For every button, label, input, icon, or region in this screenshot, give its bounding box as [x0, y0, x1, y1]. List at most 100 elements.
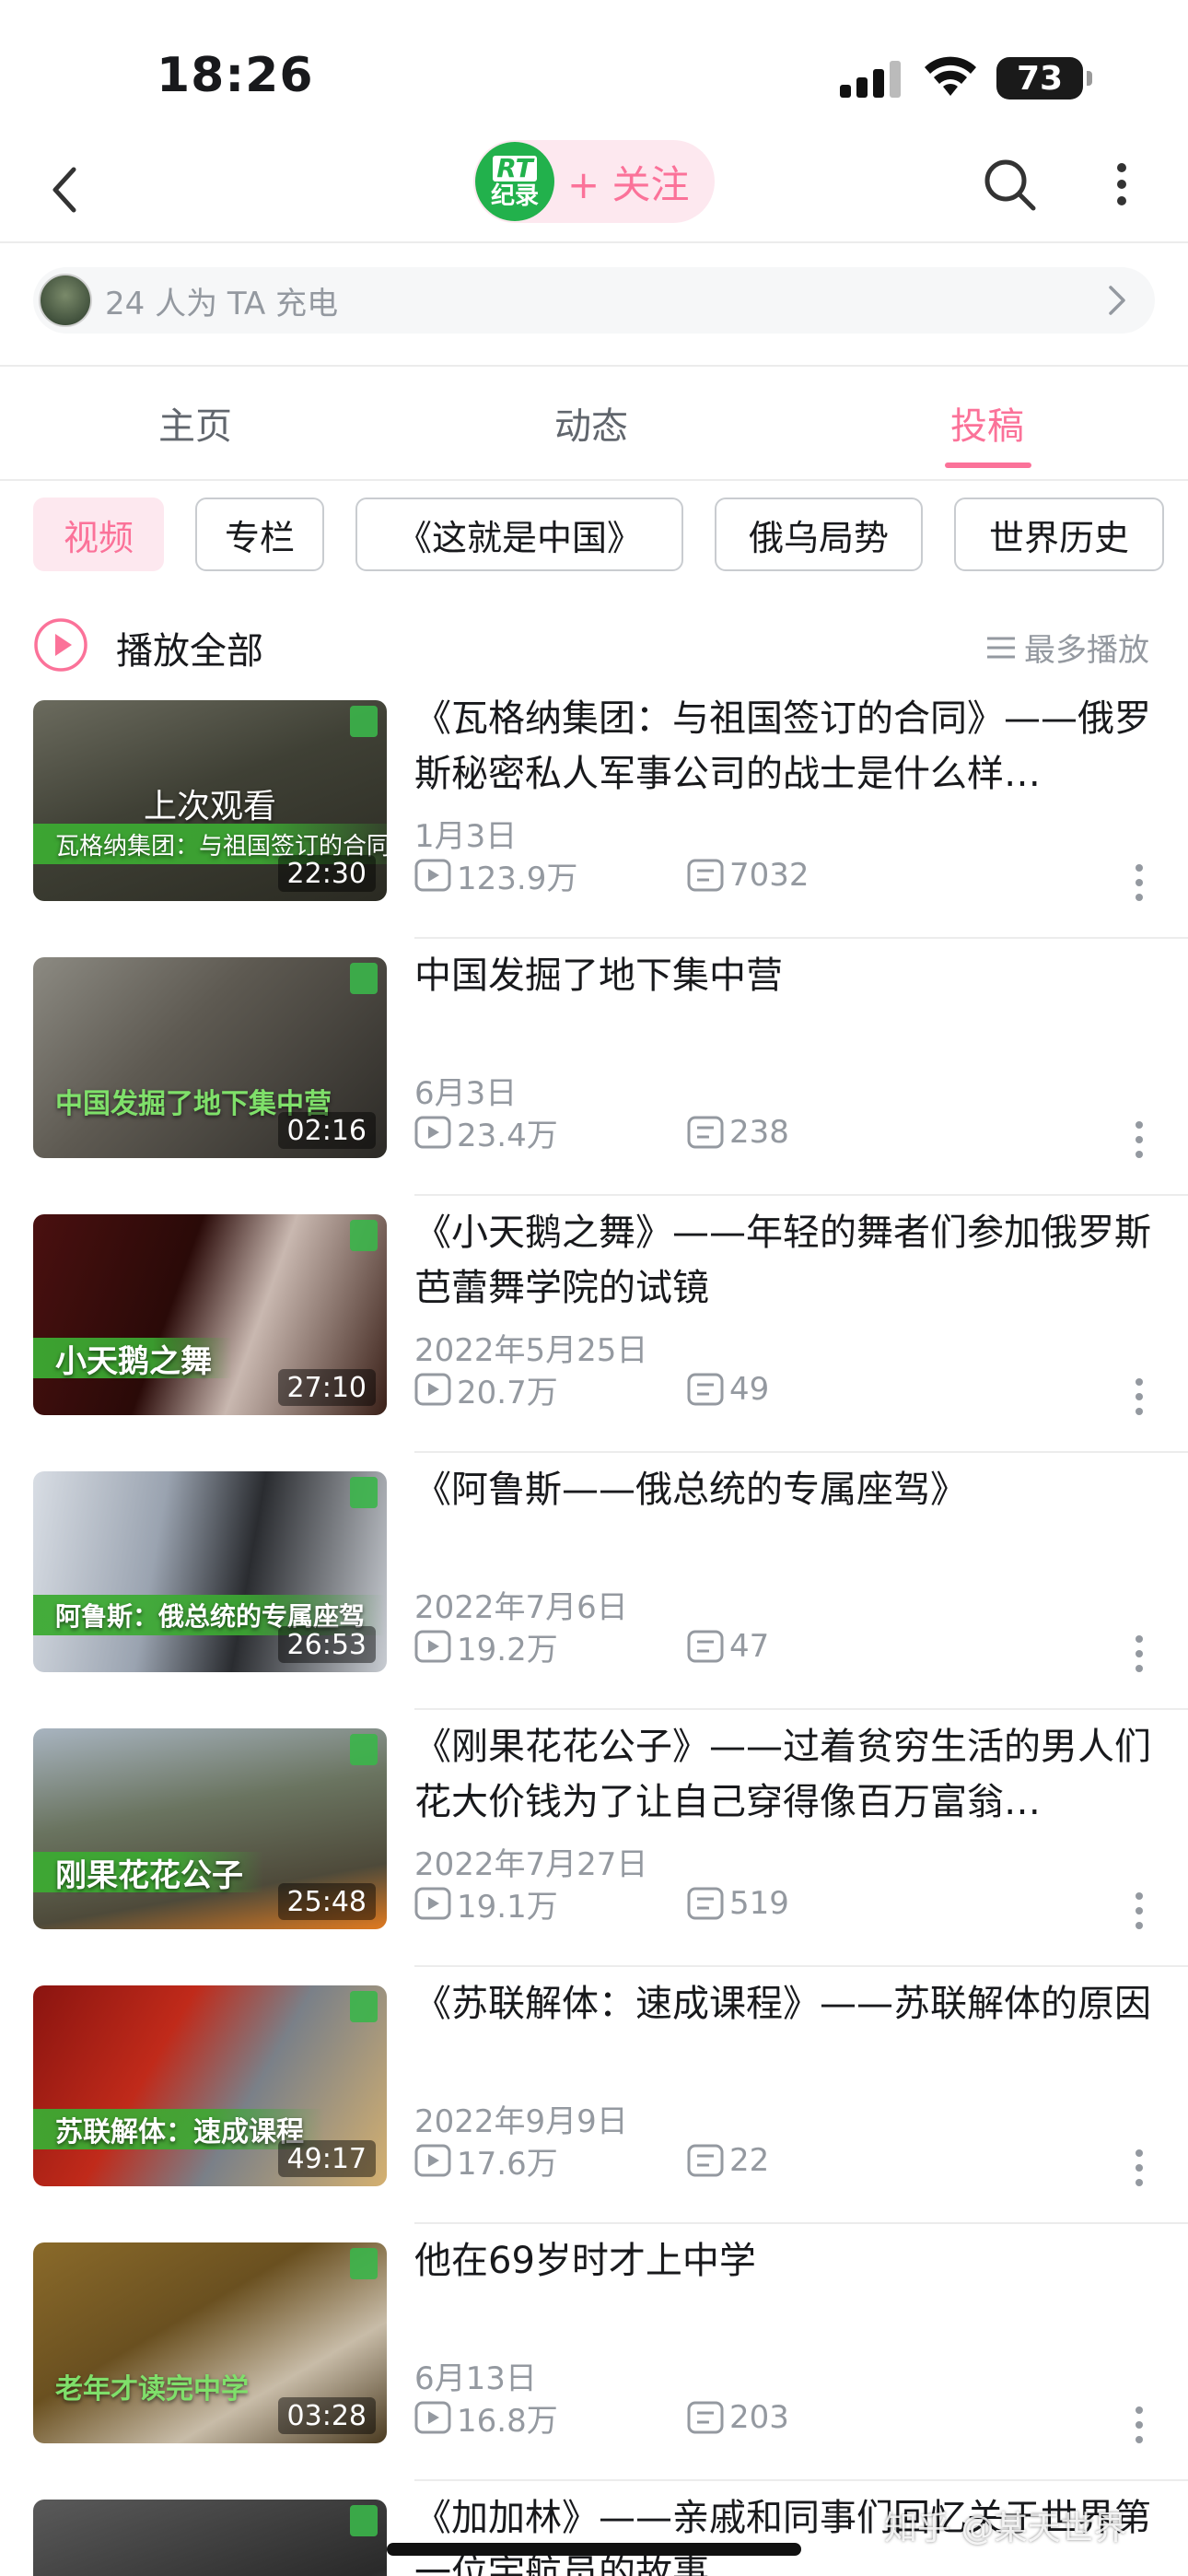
video-thumbnail[interactable]: 上次观看 瓦格纳集团：与祖国签订的合同 22:30 [33, 700, 387, 901]
video-thumbnail[interactable]: 刚果花花公子 25:48 [33, 1728, 387, 1929]
video-title[interactable]: 他在69岁时才上中学 [414, 2233, 1166, 2289]
filter-chip-this-is-china[interactable]: 《这就是中国》 [355, 498, 683, 571]
play-count-icon [414, 2144, 451, 2177]
tab-home[interactable]: 主页 [158, 396, 232, 450]
charge-bar[interactable]: 24 人为 TA 充电 [33, 267, 1155, 334]
video-more-icon[interactable] [1133, 1376, 1146, 1417]
view-count-value: 19.1万 [457, 1888, 558, 1926]
comment-count: 22 [687, 2142, 769, 2179]
filter-chip-world-history[interactable]: 世界历史 [954, 498, 1164, 571]
channel-badge-icon [350, 1734, 378, 1765]
comment-count-value: 519 [729, 1885, 789, 1922]
video-item[interactable]: 小天鹅之舞 27:10 《小天鹅之舞》——年轻的舞者们参加俄罗斯芭蕾舞学院的试镜… [0, 1205, 1188, 1462]
video-title[interactable]: 《阿鲁斯——俄总统的专属座驾》 [414, 1462, 1166, 1517]
video-item[interactable]: 阿鲁斯：俄总统的专属座驾 26:53 《阿鲁斯——俄总统的专属座驾》 2022年… [0, 1462, 1188, 1719]
wifi-icon [925, 56, 976, 96]
home-indicator [387, 2543, 801, 2556]
video-thumbnail[interactable] [33, 2500, 387, 2576]
video-duration: 03:28 [277, 2397, 376, 2434]
more-options-icon[interactable] [1103, 155, 1140, 214]
channel-badge-icon [350, 1991, 378, 2022]
view-count: 19.2万 [414, 1624, 687, 1669]
filter-chips: 视频 专栏 《这就是中国》 俄乌局势 世界历史 [0, 498, 1188, 575]
play-circle-icon[interactable] [33, 617, 88, 673]
filter-chip-russia-ukraine[interactable]: 俄乌局势 [715, 498, 923, 571]
channel-pill[interactable]: RT 纪录 + 关注 [473, 140, 715, 223]
view-count-value: 17.6万 [457, 2145, 558, 2183]
search-icon[interactable] [980, 155, 1039, 214]
tab-uploads[interactable]: 投稿 [950, 396, 1024, 450]
channel-badge-icon [350, 2505, 378, 2536]
channel-logo-rt: RT [493, 155, 537, 181]
channel-avatar[interactable]: RT 纪录 [475, 142, 554, 221]
video-more-icon[interactable] [1133, 2405, 1146, 2445]
video-title[interactable]: 《瓦格纳集团：与祖国签订的合同》——俄罗斯秘密私人军事公司的战士是什么样… [414, 691, 1166, 802]
video-title[interactable]: 中国发掘了地下集中营 [414, 948, 1166, 1003]
video-duration: 22:30 [277, 855, 376, 892]
comment-count: 7032 [687, 857, 809, 894]
view-count-value: 19.2万 [457, 1631, 558, 1669]
video-date: 2022年9月9日 [414, 2103, 628, 2140]
video-date: 1月3日 [414, 818, 518, 855]
danmaku-icon [687, 1116, 724, 1149]
play-count-icon [414, 1887, 451, 1920]
watermark: 知乎 @某天世界 [884, 2510, 1127, 2547]
video-duration: 26:53 [277, 1626, 376, 1663]
follow-button[interactable]: + 关注 [567, 154, 690, 210]
video-thumbnail[interactable]: 老年才读完中学 03:28 [33, 2242, 387, 2443]
charge-text: 24 人为 TA 充电 [105, 285, 339, 322]
thumbnail-caption: 老年才读完中学 [55, 2373, 249, 2406]
video-more-icon[interactable] [1133, 862, 1146, 903]
video-item[interactable]: 上次观看 瓦格纳集团：与祖国签订的合同 22:30 《瓦格纳集团：与祖国签订的合… [0, 691, 1188, 948]
video-date: 6月3日 [414, 1075, 518, 1112]
comment-count-value: 49 [729, 1371, 770, 1408]
video-stats: 23.4万 238 [414, 1110, 789, 1155]
play-count-icon [414, 1373, 451, 1406]
back-arrow-icon[interactable] [37, 160, 96, 219]
danmaku-icon [687, 2144, 724, 2177]
danmaku-icon [687, 2401, 724, 2434]
video-item[interactable]: 刚果花花公子 25:48 《刚果花花公子》——过着贫穷生活的男人们花大价钱为了让… [0, 1719, 1188, 1976]
video-thumbnail[interactable]: 中国发掘了地下集中营 02:16 [33, 957, 387, 1158]
video-more-icon[interactable] [1133, 2148, 1146, 2188]
view-count: 16.8万 [414, 2395, 687, 2441]
video-more-icon[interactable] [1133, 1633, 1146, 1674]
video-date: 2022年7月6日 [414, 1589, 628, 1626]
filter-chip-video[interactable]: 视频 [33, 498, 164, 571]
video-title[interactable]: 《刚果花花公子》——过着贫穷生活的男人们花大价钱为了让自己穿得像百万富翁… [414, 1719, 1166, 1830]
divider [414, 2479, 1188, 2481]
play-all-row: 播放全部 最多播放 [0, 608, 1188, 682]
video-thumbnail[interactable]: 阿鲁斯：俄总统的专属座驾 26:53 [33, 1471, 387, 1672]
video-duration: 02:16 [277, 1112, 376, 1149]
video-item[interactable]: 苏联解体：速成课程 49:17 《苏联解体：速成课程》——苏联解体的原因 202… [0, 1976, 1188, 2233]
video-title[interactable]: 《苏联解体：速成课程》——苏联解体的原因 [414, 1976, 1166, 2032]
play-count-icon [414, 1116, 451, 1149]
video-stats: 123.9万 7032 [414, 855, 809, 897]
video-date: 2022年5月25日 [414, 1332, 648, 1369]
video-date: 2022年7月27日 [414, 1846, 648, 1883]
video-duration: 49:17 [277, 2140, 376, 2177]
danmaku-icon [687, 1373, 724, 1406]
video-title[interactable]: 《小天鹅之舞》——年轻的舞者们参加俄罗斯芭蕾舞学院的试镜 [414, 1205, 1166, 1316]
comment-count-value: 7032 [729, 857, 809, 894]
tab-dynamics[interactable]: 动态 [554, 396, 628, 450]
play-all-button[interactable]: 播放全部 [116, 621, 263, 674]
last-watched-label: 上次观看 [143, 788, 276, 825]
view-count: 19.1万 [414, 1881, 687, 1926]
comment-count-value: 238 [729, 1114, 789, 1151]
comment-count-value: 47 [729, 1628, 770, 1665]
channel-badge-icon [350, 1220, 378, 1251]
comment-count-value: 22 [729, 2142, 770, 2179]
channel-badge-icon [350, 706, 378, 737]
video-item[interactable]: 中国发掘了地下集中营 02:16 中国发掘了地下集中营 6月3日 23.4万 2… [0, 948, 1188, 1205]
battery-icon: 73 [996, 57, 1092, 100]
video-more-icon[interactable] [1133, 1119, 1146, 1160]
video-item[interactable]: 老年才读完中学 03:28 他在69岁时才上中学 6月13日 16.8万 203 [0, 2233, 1188, 2490]
video-more-icon[interactable] [1133, 1891, 1146, 1931]
video-thumbnail[interactable]: 苏联解体：速成课程 49:17 [33, 1985, 387, 2186]
filter-chip-column[interactable]: 专栏 [195, 498, 324, 571]
divider [414, 2222, 1188, 2224]
sort-button[interactable]: 最多播放 [985, 625, 1149, 670]
view-count: 23.4万 [414, 1110, 687, 1155]
video-thumbnail[interactable]: 小天鹅之舞 27:10 [33, 1214, 387, 1415]
